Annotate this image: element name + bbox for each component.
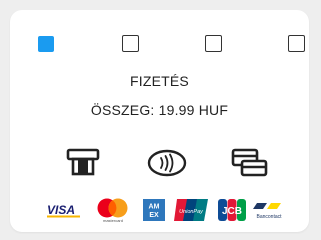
contactless-icon bbox=[147, 149, 187, 177]
step-2-indicator bbox=[122, 35, 139, 52]
visa-logo: VISA bbox=[47, 203, 80, 218]
card-brand-logos: VISA mastercard AM EX UnionPay JCB Banco… bbox=[10, 197, 309, 223]
card-insert-icon bbox=[66, 148, 100, 176]
svg-text:Bancontact: Bancontact bbox=[256, 214, 282, 220]
step-4-indicator bbox=[288, 35, 305, 52]
step-1-indicator bbox=[38, 36, 54, 52]
payment-screen: FIZETÉS ÖSSZEG: 19.99 HUF VISA mastercar… bbox=[0, 0, 321, 240]
step-3-indicator bbox=[205, 35, 222, 52]
jcb-logo: JCB bbox=[218, 199, 246, 221]
svg-text:AM: AM bbox=[149, 204, 160, 211]
bancontact-logo: Bancontact bbox=[253, 203, 282, 220]
svg-text:VISA: VISA bbox=[47, 203, 75, 217]
payment-methods bbox=[10, 148, 309, 178]
svg-text:mastercard: mastercard bbox=[103, 218, 123, 223]
mastercard-logo: mastercard bbox=[97, 198, 128, 223]
svg-text:UnionPay: UnionPay bbox=[179, 209, 204, 215]
svg-text:EX: EX bbox=[149, 212, 159, 219]
unionpay-logo: UnionPay bbox=[174, 199, 208, 221]
card-swipe-icon bbox=[231, 148, 268, 177]
amex-logo: AM EX bbox=[143, 199, 165, 221]
svg-text:JCB: JCB bbox=[222, 206, 242, 217]
progress-steps bbox=[36, 35, 305, 55]
amount-label: ÖSSZEG: 19.99 HUF bbox=[90, 102, 229, 118]
page-title: FIZETÉS bbox=[130, 73, 189, 89]
payment-card: FIZETÉS ÖSSZEG: 19.99 HUF VISA mastercar… bbox=[10, 10, 309, 232]
